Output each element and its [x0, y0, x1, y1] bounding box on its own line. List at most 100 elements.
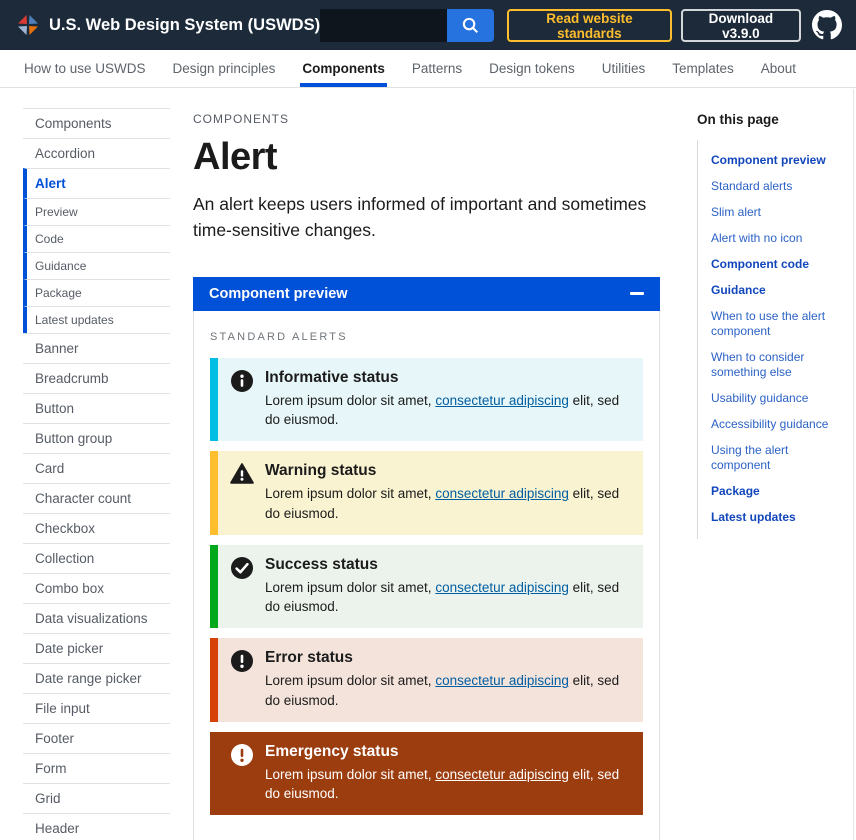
toc-link-label: When to consider something else — [711, 350, 804, 379]
alert-link[interactable]: consectetur adipiscing — [435, 767, 569, 782]
sidenav-item-label: Data visualizations — [35, 611, 148, 626]
toc-link[interactable]: Alert with no icon — [711, 231, 850, 246]
toc-link-label: Accessibility guidance — [711, 417, 828, 431]
site-banner: U.S. Web Design System (USWDS) Read webs… — [0, 0, 856, 50]
alert-body: Lorem ipsum dolor sit amet, consectetur … — [265, 578, 629, 617]
sidenav-item-label: Latest updates — [35, 313, 114, 327]
sidenav-item[interactable]: Grid — [23, 783, 170, 813]
alert-title: Emergency status — [265, 742, 629, 761]
alert-link[interactable]: consectetur adipiscing — [435, 393, 569, 408]
toc-link-label: Component preview — [711, 153, 826, 167]
sidenav-item[interactable]: Character count — [23, 483, 170, 513]
site-title: U.S. Web Design System (USWDS) — [49, 16, 320, 35]
primary-nav: How to use USWDS Design principles Compo… — [0, 50, 856, 88]
toc-link[interactable]: Usability guidance — [711, 391, 850, 406]
toc-link-label: Usability guidance — [711, 391, 808, 405]
toc-link[interactable]: Guidance — [711, 283, 850, 298]
toc-link[interactable]: When to use the alert component — [711, 309, 850, 339]
toc-link[interactable]: When to consider something else — [711, 350, 850, 380]
sidenav-item[interactable]: Guidance — [23, 252, 170, 279]
sidenav-item[interactable]: Card — [23, 453, 170, 483]
alert-informative: Informative status Lorem ipsum dolor sit… — [210, 358, 643, 442]
sidenav-item[interactable]: Date picker — [23, 633, 170, 663]
download-button[interactable]: Download v3.9.0 — [681, 9, 801, 42]
sidenav-item-label: Date picker — [35, 641, 103, 656]
nav-tab[interactable]: Templates — [672, 50, 734, 87]
sidenav-item[interactable]: Button — [23, 393, 170, 423]
sidenav-item-label: Grid — [35, 791, 61, 806]
sidenav-item-label: Footer — [35, 731, 74, 746]
toc-link[interactable]: Slim alert — [711, 205, 850, 220]
sidenav-item-label: Button — [35, 401, 74, 416]
toc-link[interactable]: Component preview — [711, 153, 850, 168]
nav-tab-label: Templates — [672, 61, 734, 76]
sidenav-item[interactable]: Date range picker — [23, 663, 170, 693]
sidenav-item[interactable]: Banner — [23, 333, 170, 363]
sidenav-item-label: Alert — [35, 176, 66, 191]
minus-icon — [630, 292, 644, 295]
sidenav-item[interactable]: Package — [23, 279, 170, 306]
sidenav-item[interactable]: Components — [23, 108, 170, 138]
sidenav-item-label: Checkbox — [35, 521, 95, 536]
sidenav-item-label: Banner — [35, 341, 79, 356]
nav-tab[interactable]: Utilities — [602, 50, 646, 87]
nav-tab[interactable]: About — [761, 50, 796, 87]
github-icon[interactable] — [812, 10, 842, 40]
main-content: COMPONENTS Alert An alert keeps users in… — [193, 108, 660, 840]
site-search — [320, 9, 494, 42]
alert-warning: Warning status Lorem ipsum dolor sit ame… — [210, 451, 643, 535]
sidenav-item[interactable]: Code — [23, 225, 170, 252]
section-label-standard: STANDARD ALERTS — [210, 331, 643, 343]
nav-tab[interactable]: Patterns — [412, 50, 462, 87]
sidenav-item-label: Preview — [35, 205, 78, 219]
toc-link-label: Using the alert component — [711, 443, 788, 472]
search-button[interactable] — [447, 9, 494, 42]
sidenav-item[interactable]: Header — [23, 813, 170, 840]
emergency-circle-icon — [230, 743, 254, 767]
sidenav-item[interactable]: Combo box — [23, 573, 170, 603]
sidenav-item-label: Button group — [35, 431, 112, 446]
sidenav-item[interactable]: Breadcrumb — [23, 363, 170, 393]
alert-link[interactable]: consectetur adipiscing — [435, 580, 569, 595]
alert-error: Error status Lorem ipsum dolor sit amet,… — [210, 638, 643, 722]
search-input[interactable] — [320, 9, 447, 42]
sidenav-item-label: Code — [35, 232, 64, 246]
toc-link[interactable]: Latest updates — [711, 510, 850, 525]
sidenav-item[interactable]: Footer — [23, 723, 170, 753]
sidenav-item[interactable]: Latest updates — [23, 306, 170, 333]
sidenav-item[interactable]: Accordion — [23, 138, 170, 168]
error-circle-icon — [230, 649, 254, 673]
toc-link[interactable]: Standard alerts — [711, 179, 850, 194]
read-standards-button[interactable]: Read website standards — [507, 9, 672, 42]
alert-body: Lorem ipsum dolor sit amet, consectetur … — [265, 671, 629, 710]
sidenav-item-label: File input — [35, 701, 90, 716]
toc-link[interactable]: Component code — [711, 257, 850, 272]
toc-link[interactable]: Using the alert component — [711, 443, 850, 473]
sidenav-item[interactable]: Checkbox — [23, 513, 170, 543]
toc-heading: On this page — [697, 112, 850, 127]
brand[interactable]: U.S. Web Design System (USWDS) — [16, 13, 320, 37]
nav-tab[interactable]: Design principles — [173, 50, 276, 87]
alert-title: Informative status — [265, 368, 629, 387]
toc-link[interactable]: Accessibility guidance — [711, 417, 850, 432]
sidenav-item[interactable]: File input — [23, 693, 170, 723]
alert-link[interactable]: consectetur adipiscing — [435, 673, 569, 688]
sidenav-item-label: Breadcrumb — [35, 371, 109, 386]
sidenav-item[interactable]: Button group — [23, 423, 170, 453]
warning-triangle-icon — [230, 462, 254, 486]
nav-tab[interactable]: Design tokens — [489, 50, 575, 87]
toc-link-label: Guidance — [711, 283, 766, 297]
nav-tab-label: Components — [302, 61, 385, 76]
alert-link[interactable]: consectetur adipiscing — [435, 486, 569, 501]
toc-link[interactable]: Package — [711, 484, 850, 499]
nav-tab[interactable]: Components — [302, 50, 385, 87]
component-preview-accordion-button[interactable]: Component preview — [193, 277, 660, 311]
sidenav-item[interactable]: Collection — [23, 543, 170, 573]
scrollbar-track[interactable] — [853, 89, 854, 840]
sidenav-item[interactable]: Preview — [23, 198, 170, 225]
nav-tab[interactable]: How to use USWDS — [24, 50, 146, 87]
check-circle-icon — [230, 556, 254, 580]
sidenav-item[interactable]: Data visualizations — [23, 603, 170, 633]
sidenav-item[interactable]: Alert — [23, 168, 170, 198]
sidenav-item[interactable]: Form — [23, 753, 170, 783]
